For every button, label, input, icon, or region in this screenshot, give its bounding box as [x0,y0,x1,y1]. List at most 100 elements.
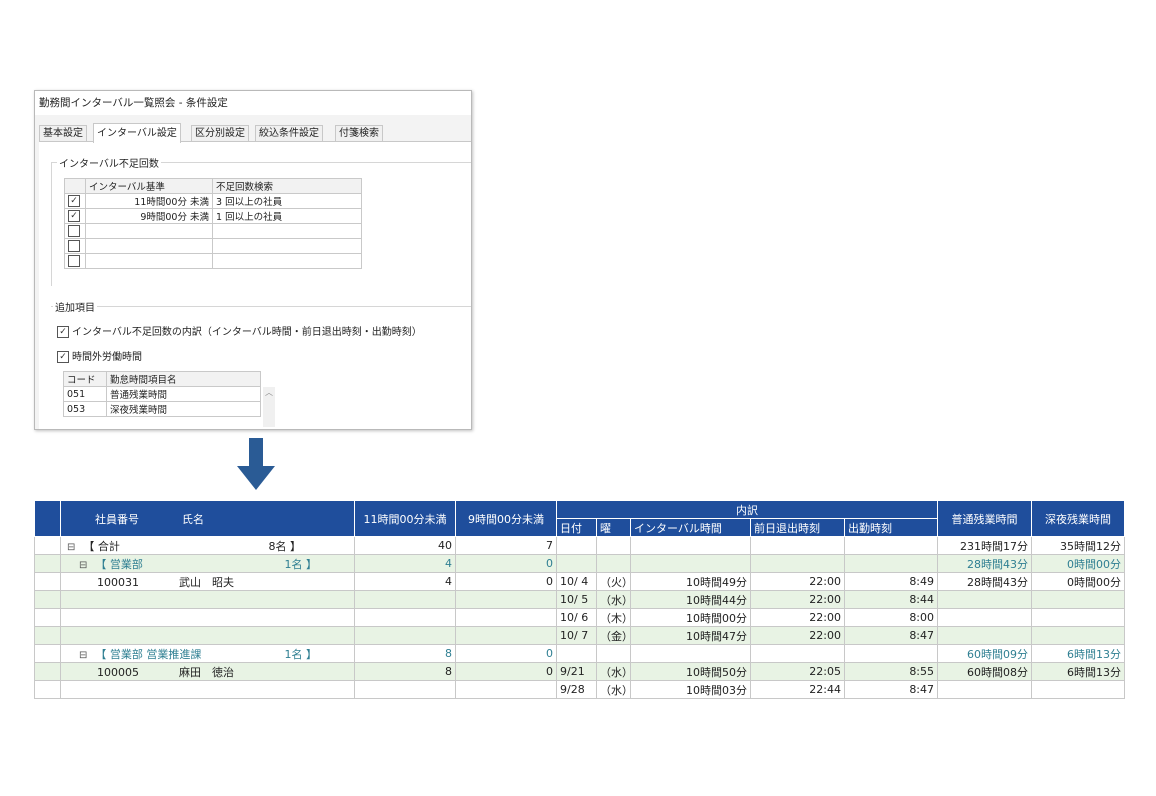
down-arrow-icon-head [237,466,275,490]
interval-row [64,238,362,254]
interval-standard-cell[interactable]: 9時間00分 未満 [85,208,213,224]
prev-exit-cell: 22:00 [750,590,845,609]
total-label: 【 合計 [83,539,120,553]
dow-cell: （金） [596,626,631,645]
h11-cell: 8 [354,644,456,663]
detail-row[interactable]: 10/ 7 （金） 10時間47分 22:00 8:47 [34,626,1126,645]
start-cell: 8:47 [843,626,939,645]
employee-row[interactable]: 100031 武山 昭夫 4 0 10/ 4 （火） 10時間49分 22:00 … [34,572,1126,591]
shortage-search-cell[interactable] [212,253,362,269]
prev-exit-cell: 22:00 [750,608,845,627]
ot-night-header: 深夜残業時間 [1031,500,1126,537]
h11-cell: 4 [354,572,456,591]
checkbox-icon[interactable] [68,255,80,267]
attendance-item-row[interactable]: 051 普通残業時間 [63,386,261,402]
ot-night-cell: 35時間12分 [1031,536,1126,555]
interval-standard-cell[interactable] [85,253,213,269]
tab-category[interactable]: 区分別設定 [191,125,249,142]
h11-header: 11時間00分未満 [354,500,456,537]
interval-row: ✓ 11時間00分 未満 3 回以上の社員 [64,193,362,209]
start-cell: 8:55 [843,662,939,681]
h9-cell: 0 [455,554,557,573]
checkbox-icon[interactable]: ✓ [57,351,69,363]
dept-count: 1名 】 [284,647,318,661]
checkbox-icon[interactable] [68,240,80,252]
tab-interval[interactable]: インターバル設定 [93,123,181,143]
tab-filter[interactable]: 絞込条件設定 [255,125,323,142]
date-header: 日付 [556,518,597,537]
checkbox-icon[interactable]: ✓ [68,210,80,222]
checkbox-icon[interactable]: ✓ [68,195,80,207]
interval-header: インターバル時間 [630,518,751,537]
dept-count: 1名 】 [284,557,318,571]
ot-normal-cell: 60時間09分 [937,644,1033,663]
minus-box-icon[interactable]: ⊟ [79,650,87,661]
option-breakdown-label: インターバル不足回数の内訳（インターバル時間・前日退出時刻・出勤時刻） [72,327,422,338]
checkbox-icon[interactable]: ✓ [57,326,69,338]
interval-cell: 10時間47分 [630,626,751,645]
name-header: 氏名 [182,512,204,526]
prev-exit-cell: 22:44 [750,680,845,699]
interval-standard-cell[interactable]: 11時間00分 未満 [85,193,213,209]
ot-normal-cell: 231時間17分 [937,536,1033,555]
dept-row[interactable]: ⊟ 【 営業部 営業推進課 1名 】 8 0 60時間09分 6時間13分 [34,644,1126,663]
start-cell: 8:47 [843,680,939,699]
date-cell: 10/ 7 [556,626,597,645]
minus-box-icon[interactable]: ⊟ [67,542,75,553]
date-cell: 9/21 [556,662,597,681]
checkbox-icon[interactable] [68,225,80,237]
employee-header: 社員番号 氏名 [60,500,355,537]
emp-no-cell: 100031 [97,575,139,589]
employee-row[interactable]: 100005 麻田 徳治 8 0 9/21 （水） 10時間50分 22:05 8… [34,662,1126,681]
dow-cell: （火） [596,572,631,591]
total-row[interactable]: ⊟ 【 合計 8名 】 40 7 231時間17分 35時間12分 [34,536,1126,555]
interval-cell: 10時間50分 [630,662,751,681]
start-header: 出勤時刻 [843,518,939,537]
date-cell: 10/ 6 [556,608,597,627]
shortage-search-cell[interactable] [212,238,362,254]
ot-normal-cell: 28時間43分 [937,554,1033,573]
tab-sticky-search[interactable]: 付箋検索 [335,125,383,142]
shortage-search-cell[interactable]: 3 回以上の社員 [212,193,362,209]
group-divider [51,306,471,307]
detail-header: 内訳 [555,500,939,519]
option-overtime-label: 時間外労働時間 [72,352,142,363]
dialog-title: 勤務間インターバル一覧照会 - 条件設定 [35,91,471,115]
detail-row[interactable]: 9/28 （水） 10時間03分 22:44 8:47 [34,680,1126,699]
shortage-search-header: 不足回数検索 [212,178,362,194]
table-scrollbar[interactable]: ︿ [263,387,275,427]
dow-cell: （水） [596,590,631,609]
minus-box-icon[interactable]: ⊟ [79,560,87,571]
interval-cell: 10時間44分 [630,590,751,609]
tab-basic[interactable]: 基本設定 [39,125,87,142]
total-count: 8名 】 [268,539,302,553]
tab-panel: インターバル不足回数 インターバル基準 不足回数検索 ✓ 11時間00分 未満 … [39,141,471,429]
detail-row[interactable]: 10/ 6 （木） 10時間00分 22:00 8:00 [34,608,1126,627]
item-name-cell: 普通残業時間 [106,386,261,402]
interval-row [64,223,362,239]
ot-night-cell: 0時間00分 [1031,572,1126,591]
shortage-search-cell[interactable] [212,223,362,239]
prev-exit-cell: 22:00 [750,626,845,645]
h9-cell: 0 [455,644,557,663]
h9-cell: 0 [455,572,557,591]
interval-standard-cell[interactable] [85,238,213,254]
detail-row[interactable]: 10/ 5 （水） 10時間44分 22:00 8:44 [34,590,1126,609]
scroll-up-icon[interactable]: ︿ [265,388,273,397]
option-overtime[interactable]: ✓ 時間外労働時間 [57,348,142,363]
dept-row[interactable]: ⊟ 【 営業部 1名 】 4 0 28時間43分 0時間00分 [34,554,1126,573]
option-breakdown[interactable]: ✓ インターバル不足回数の内訳（インターバル時間・前日退出時刻・出勤時刻） [57,323,422,338]
shortage-search-cell[interactable]: 1 回以上の社員 [212,208,362,224]
dow-header: 曜 [596,518,631,537]
interval-group-label: インターバル不足回数 [57,155,161,170]
dow-cell: （水） [596,680,631,699]
emp-name-cell: 麻田 徳治 [179,665,234,679]
code-header: コード [63,371,107,387]
interval-row: ✓ 9時間00分 未満 1 回以上の社員 [64,208,362,224]
interval-standard-header: インターバル基準 [85,178,213,194]
ot-normal-cell: 28時間43分 [937,572,1033,591]
check-header [64,178,86,194]
interval-cell: 10時間49分 [630,572,751,591]
interval-standard-cell[interactable] [85,223,213,239]
attendance-item-row[interactable]: 053 深夜残業時間 [63,401,261,417]
